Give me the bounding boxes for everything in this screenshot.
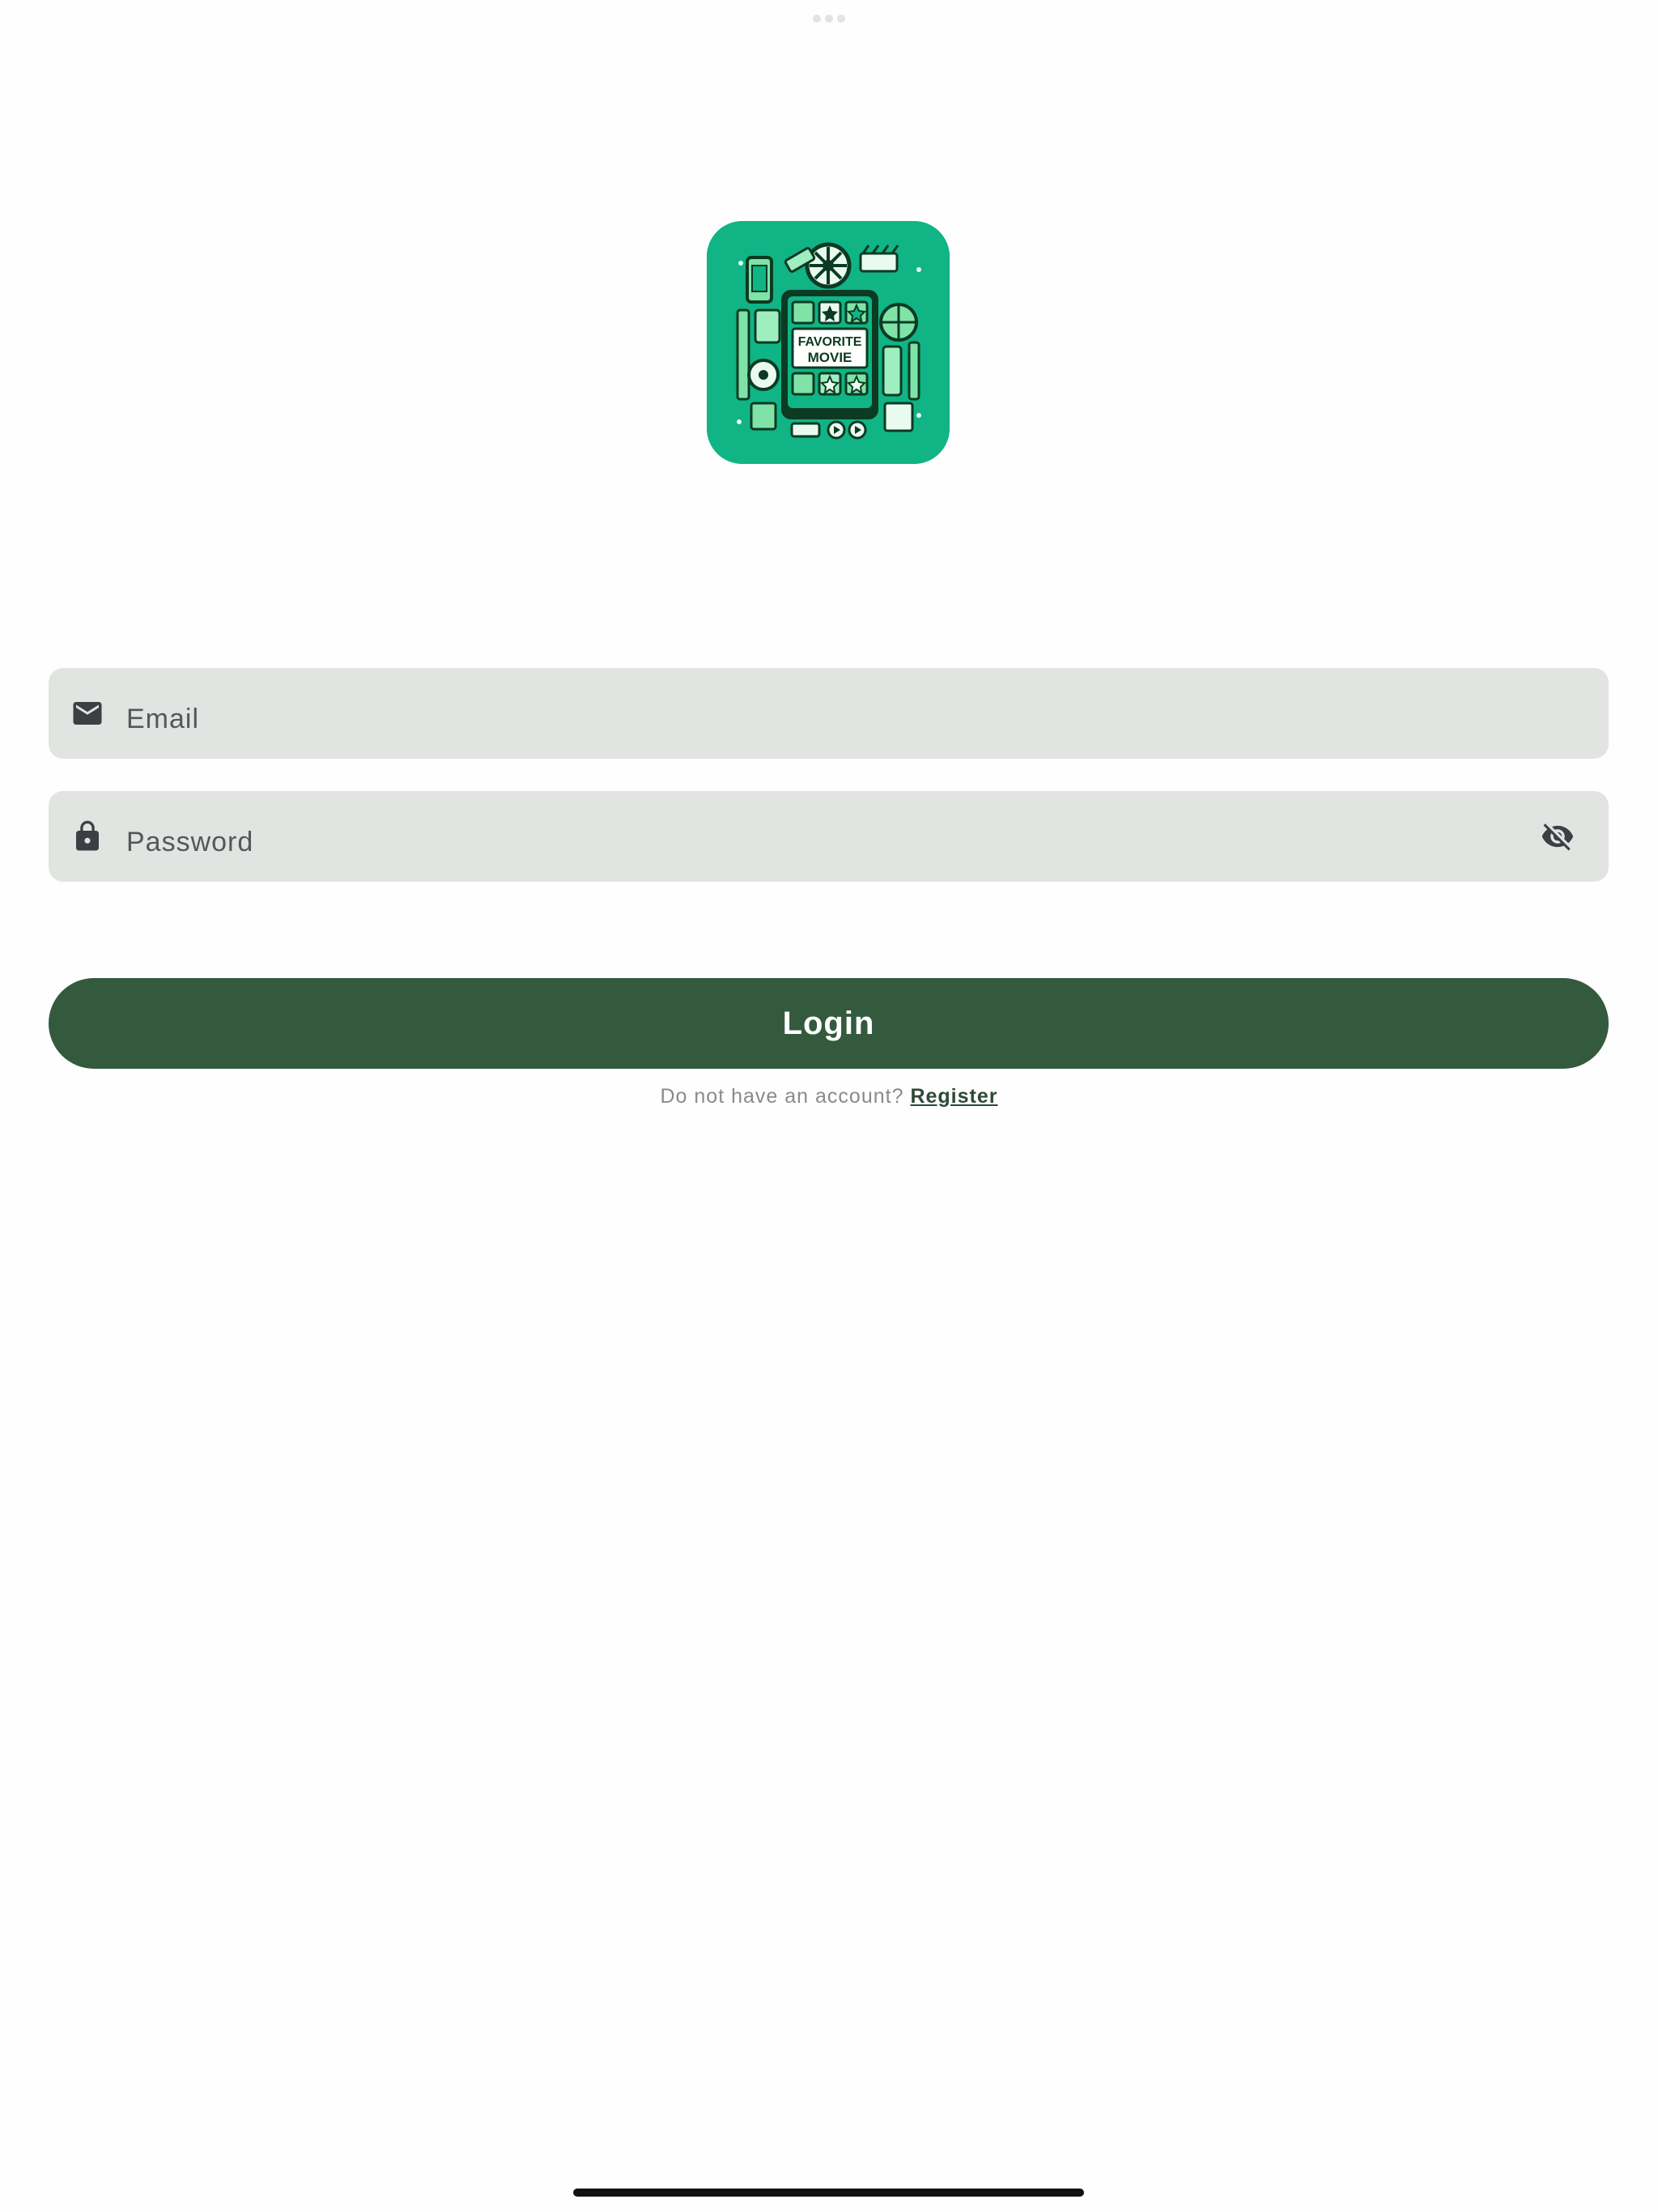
dot [837, 15, 845, 23]
dot [825, 15, 833, 23]
home-indicator[interactable] [573, 2189, 1084, 2197]
login-screen: FAVORITE MOVIE Email Login Do not have a… [0, 0, 1658, 2212]
password-input[interactable] [126, 791, 1520, 882]
register-link[interactable]: Register [910, 1085, 997, 1108]
register-prompt: Do not have an account? Register [0, 1085, 1658, 1108]
logo-title-line2: MOVIE [808, 350, 852, 365]
eye-off-icon[interactable] [1541, 819, 1575, 853]
mail-icon [70, 696, 104, 730]
dot [813, 15, 821, 23]
email-input[interactable] [126, 668, 1520, 759]
logo-title-line1: FAVORITE [798, 335, 862, 349]
password-field[interactable] [49, 791, 1609, 882]
lock-icon [70, 819, 104, 853]
multitasking-dots[interactable] [813, 15, 845, 23]
app-logo: FAVORITE MOVIE [707, 221, 950, 464]
email-field[interactable] [49, 668, 1609, 759]
login-button[interactable]: Login [49, 978, 1609, 1069]
no-account-text: Do not have an account? [660, 1085, 911, 1108]
